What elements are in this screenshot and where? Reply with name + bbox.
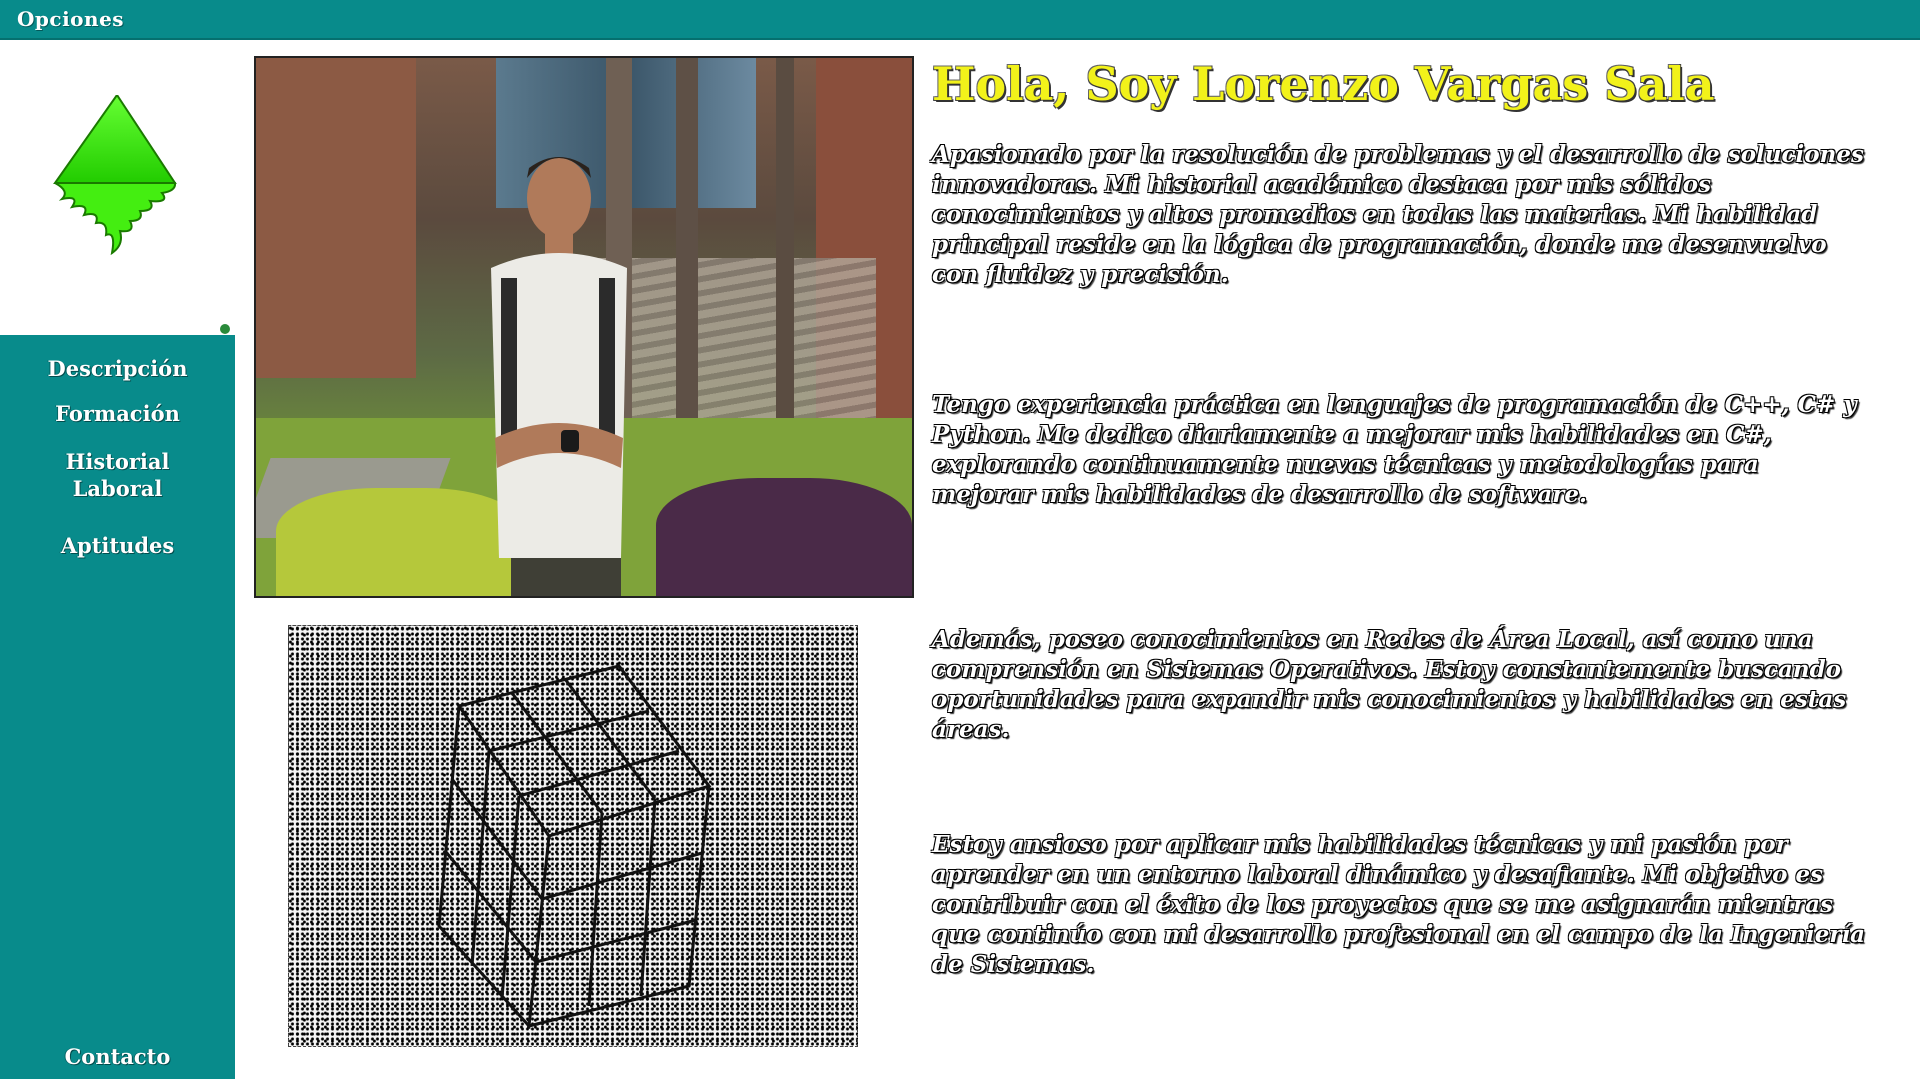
description-paragraph-3: Además, poseo conocimientos en Redes de … — [932, 626, 1847, 743]
green-drop-tree-icon — [53, 95, 177, 256]
description-paragraph-2: Tengo experiencia práctica en lenguajes … — [932, 391, 1857, 508]
options-menu[interactable]: Opciones — [17, 7, 124, 31]
page-title: Hola, Soy Lorenzo Vargas Sala — [932, 57, 1715, 111]
description-paragraph-1: Apasionado por la resolución de problema… — [932, 141, 1864, 288]
description-paragraph-4: Estoy ansioso por aplicar mis habilidade… — [932, 831, 1866, 978]
sidebar — [0, 335, 235, 1079]
sidebar-item-descripcion[interactable]: Descripción — [0, 355, 235, 382]
sidebar-item-contacto[interactable]: Contacto — [0, 1043, 235, 1070]
sidebar-item-aptitudes[interactable]: Aptitudes — [0, 532, 235, 559]
sidebar-dot — [220, 324, 230, 334]
top-bar: Opciones — [0, 0, 1920, 40]
sidebar-item-formacion[interactable]: Formación — [0, 400, 235, 427]
profile-photo — [254, 56, 914, 598]
rubiks-cube-sketch — [288, 625, 858, 1047]
sidebar-item-historial-laboral[interactable]: Historial Laboral — [0, 448, 235, 502]
sidebar-item-label: Historial Laboral — [65, 449, 170, 501]
